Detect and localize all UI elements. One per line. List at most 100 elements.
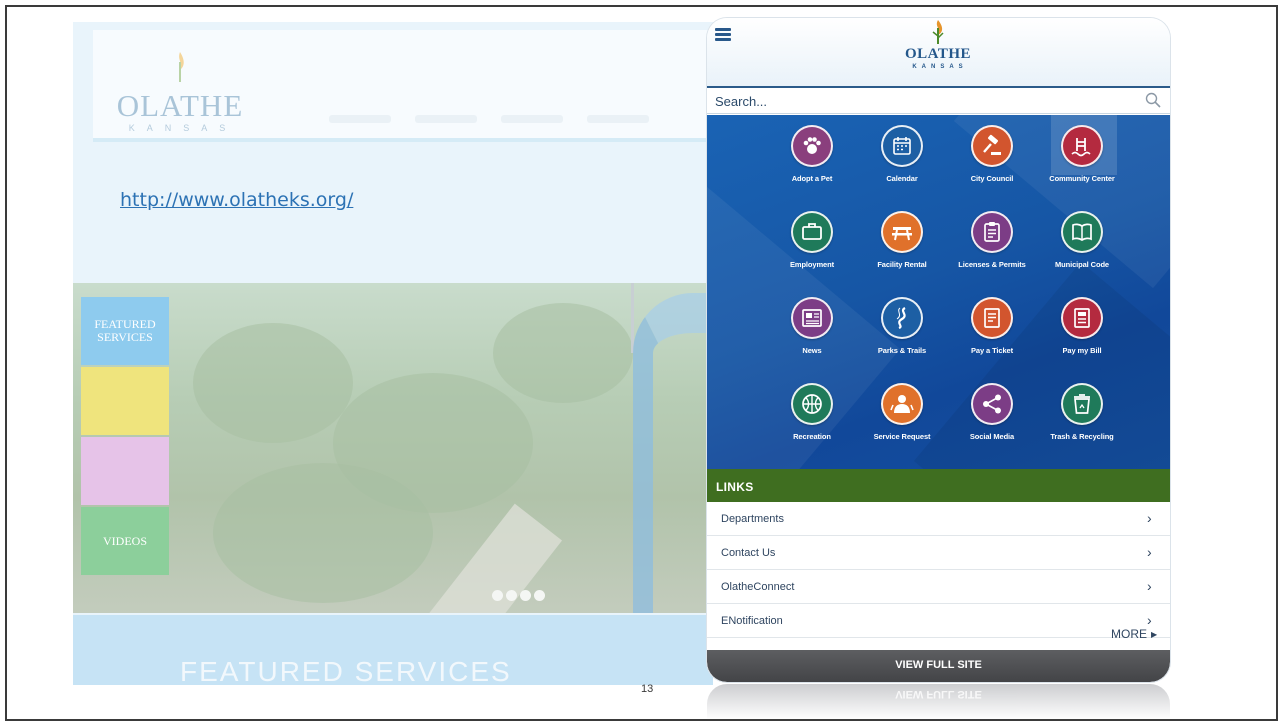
- service-tile-circle: [791, 125, 833, 167]
- tab-pink[interactable]: [81, 437, 169, 505]
- desktop-header: OLATHE KANSAS: [93, 30, 713, 142]
- service-tile-circle: [881, 211, 923, 253]
- carousel-dot[interactable]: [492, 590, 503, 601]
- carousel-dot[interactable]: [506, 590, 517, 601]
- flame-icon: [932, 20, 944, 44]
- services-grid-area: Adopt a Pet Calendar City Council Community…: [707, 115, 1170, 469]
- ticket-icon: [984, 308, 1000, 328]
- briefcase-icon: [802, 223, 822, 240]
- link-row-olatheconnect[interactable]: OlatheConnect ›: [707, 570, 1170, 604]
- desktop-nav-item[interactable]: [501, 115, 563, 123]
- chevron-right-icon: ›: [1147, 612, 1152, 628]
- service-tile[interactable]: Facility Rental: [857, 211, 947, 297]
- service-tile[interactable]: City Council: [947, 125, 1037, 211]
- gavel-icon: [983, 134, 1001, 155]
- tab-videos[interactable]: VIDEOS: [81, 507, 169, 575]
- calendar-icon: [893, 137, 911, 155]
- service-tile[interactable]: Service Request: [857, 383, 947, 469]
- more-label: MORE: [1111, 627, 1147, 641]
- bill-icon: [1074, 308, 1090, 328]
- desktop-nav-item[interactable]: [587, 115, 649, 123]
- link-label: OlatheConnect: [721, 581, 795, 593]
- service-tile-label: News: [802, 346, 822, 355]
- view-full-site-button[interactable]: VIEW FULL SITE: [707, 650, 1170, 682]
- service-tile[interactable]: Municipal Code: [1037, 211, 1127, 297]
- service-tile-circle: [881, 125, 923, 167]
- mobile-logo-word: OLATHE: [904, 46, 972, 62]
- service-tile-circle: [791, 297, 833, 339]
- service-tile[interactable]: News: [767, 297, 857, 383]
- chevron-right-icon: ›: [1147, 578, 1152, 594]
- service-tile[interactable]: Pay a Ticket: [947, 297, 1037, 383]
- service-tile-circle: [971, 125, 1013, 167]
- trail-icon: [896, 307, 906, 330]
- service-tile-label: Pay my Bill: [1062, 346, 1102, 355]
- device-reflection: VIEW FULL SITE: [707, 684, 1170, 720]
- services-grid: Adopt a Pet Calendar City Council Community…: [767, 115, 1127, 469]
- site-url-link[interactable]: http://www.olatheks.org/: [120, 189, 353, 211]
- service-tile[interactable]: Parks & Trails: [857, 297, 947, 383]
- service-tile-label: Calendar: [886, 174, 918, 183]
- mobile-logo[interactable]: OLATHE KANSAS: [903, 20, 973, 84]
- service-tile-circle: [881, 383, 923, 425]
- service-tile-circle: [1061, 297, 1103, 339]
- chevron-right-icon: ›: [1147, 544, 1152, 560]
- service-tile-circle: [971, 297, 1013, 339]
- desktop-logo-sub: KANSAS: [128, 123, 238, 133]
- hero-aerial-photo: [73, 283, 713, 613]
- tab-yellow[interactable]: [81, 367, 169, 435]
- service-tile-label: Social Media: [969, 432, 1015, 441]
- paw-icon: [803, 137, 821, 154]
- desktop-side-tabs: FEATURED SERVICES VIDEOS: [81, 297, 169, 577]
- search-input[interactable]: [715, 91, 1125, 111]
- service-tile-circle: [1061, 125, 1103, 167]
- desktop-nav: [329, 110, 719, 126]
- flame-icon: [179, 52, 184, 82]
- service-tile[interactable]: Calendar: [857, 125, 947, 211]
- mobile-site-screenshot: OLATHE KANSAS Adopt a Pet Calendar City Co…: [707, 18, 1170, 682]
- tab-featured-services[interactable]: FEATURED SERVICES: [81, 297, 169, 365]
- basketball-icon: [802, 394, 822, 414]
- water-tower: [633, 293, 713, 613]
- service-tile-circle: [1061, 211, 1103, 253]
- service-tile[interactable]: Social Media: [947, 383, 1037, 469]
- more-links-button[interactable]: MORE ▶: [1111, 627, 1157, 641]
- picnic-table-icon: [892, 227, 912, 241]
- mobile-logo-sub: KANSAS: [912, 64, 968, 70]
- share-icon: [983, 394, 1001, 414]
- link-label: Contact Us: [721, 547, 776, 559]
- reflection-text: VIEW FULL SITE: [895, 688, 982, 700]
- featured-services-title: FEATURED SERVICES: [180, 656, 512, 687]
- service-tile-circle: [971, 211, 1013, 253]
- service-tile-label: Trash & Recycling: [1050, 432, 1114, 441]
- service-tile-circle: [881, 297, 923, 339]
- hamburger-menu-icon[interactable]: [715, 28, 731, 42]
- carousel-dot[interactable]: [520, 590, 531, 601]
- service-tile-circle: [1061, 383, 1103, 425]
- service-tile[interactable]: Community Center: [1037, 115, 1127, 211]
- service-tile[interactable]: Recreation: [767, 383, 857, 469]
- service-tile[interactable]: Pay my Bill: [1037, 297, 1127, 383]
- service-tile[interactable]: Employment: [767, 211, 857, 297]
- link-row-departments[interactable]: Departments ›: [707, 502, 1170, 536]
- service-tile[interactable]: Adopt a Pet: [767, 125, 857, 211]
- service-tile-label: Service Request: [873, 432, 931, 441]
- desktop-nav-item[interactable]: [329, 115, 391, 123]
- desktop-nav-item[interactable]: [415, 115, 477, 123]
- links-header: LINKS: [707, 469, 1170, 502]
- slide-page-number: 13: [641, 683, 654, 695]
- book-icon: [1072, 223, 1092, 242]
- service-tile-circle: [791, 383, 833, 425]
- service-tile[interactable]: Licenses & Permits: [947, 211, 1037, 297]
- desktop-logo[interactable]: OLATHE KANSAS: [115, 52, 245, 133]
- service-tile-label: Adopt a Pet: [791, 174, 833, 183]
- service-tile-label: Municipal Code: [1054, 260, 1110, 269]
- service-tile-circle: [971, 383, 1013, 425]
- service-tile[interactable]: Trash & Recycling: [1037, 383, 1127, 469]
- carousel-dot[interactable]: [534, 590, 545, 601]
- search-icon[interactable]: [1145, 92, 1161, 108]
- service-tile-label: Community Center: [1049, 174, 1115, 183]
- link-row-contact-us[interactable]: Contact Us ›: [707, 536, 1170, 570]
- link-row-enotification[interactable]: ENotification ›: [707, 604, 1170, 638]
- links-header-label: LINKS: [716, 480, 754, 494]
